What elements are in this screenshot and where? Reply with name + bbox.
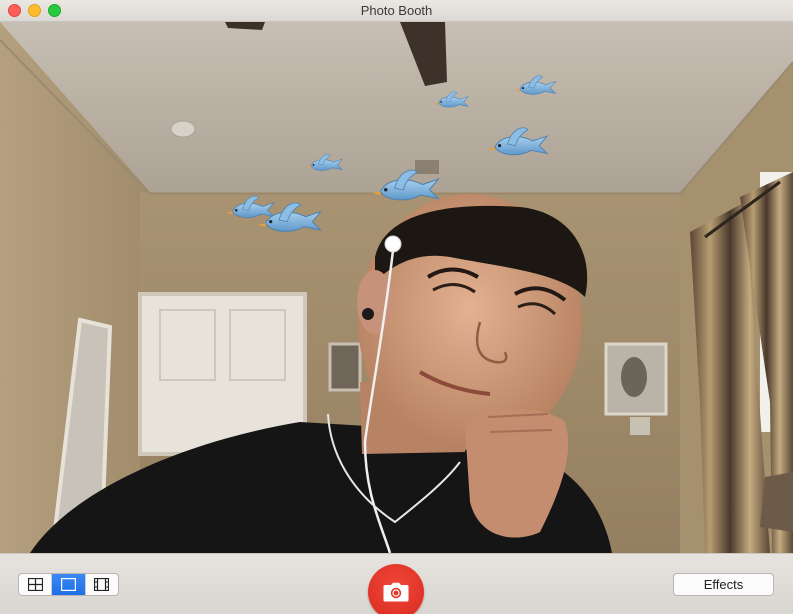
video-mode-button[interactable] [86,574,118,595]
title-bar[interactable]: Photo Booth [0,0,793,22]
take-photo-button[interactable] [368,564,424,614]
bottom-toolbar: Effects [0,553,793,614]
four-up-grid-icon [27,578,43,591]
window-title: Photo Booth [360,3,433,18]
camera-preview-image [0,22,793,553]
single-photo-icon [60,578,76,591]
camera-icon [383,582,409,602]
filmstrip-video-icon [94,578,110,591]
four-up-mode-button[interactable] [19,574,53,595]
view-mode-segmented-control [18,573,119,596]
single-photo-mode-button[interactable] [52,574,86,595]
effects-button[interactable]: Effects [673,573,774,596]
camera-preview [0,22,793,553]
photo-booth-window: Photo Booth Effects [0,0,793,614]
